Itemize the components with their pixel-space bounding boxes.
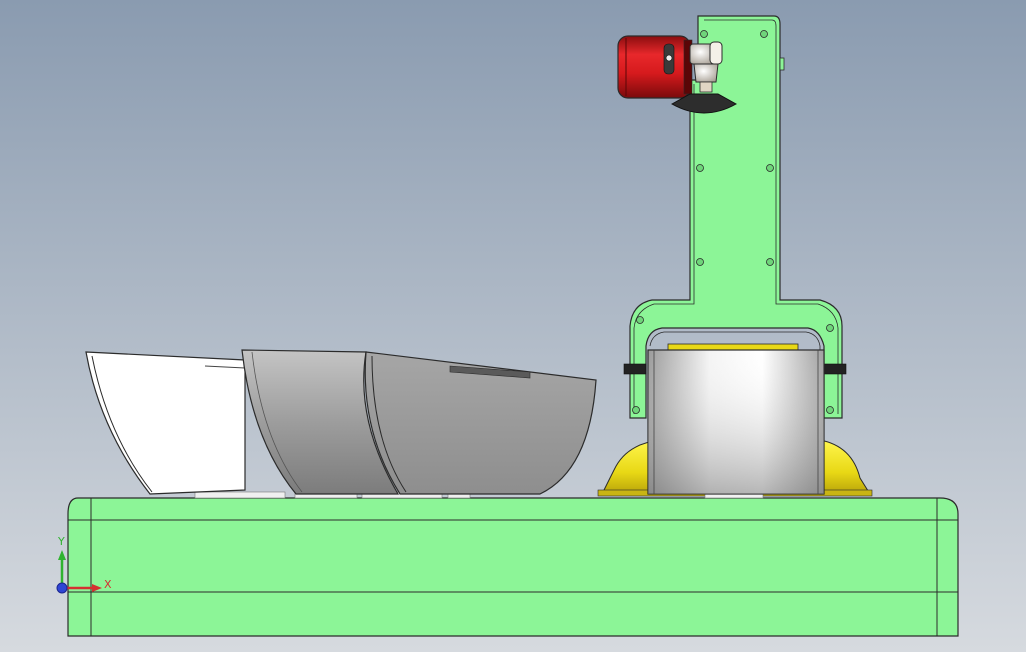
red-motor-cylinder[interactable] — [617, 35, 693, 99]
pressing-roller[interactable] — [647, 349, 825, 495]
cad-viewport[interactable]: Y X — [0, 0, 1026, 652]
triad-y-label: Y — [57, 535, 65, 548]
base-plate[interactable] — [67, 497, 959, 637]
triad-x-label: X — [104, 578, 112, 591]
assembly-drawing: Y X — [0, 0, 1026, 652]
